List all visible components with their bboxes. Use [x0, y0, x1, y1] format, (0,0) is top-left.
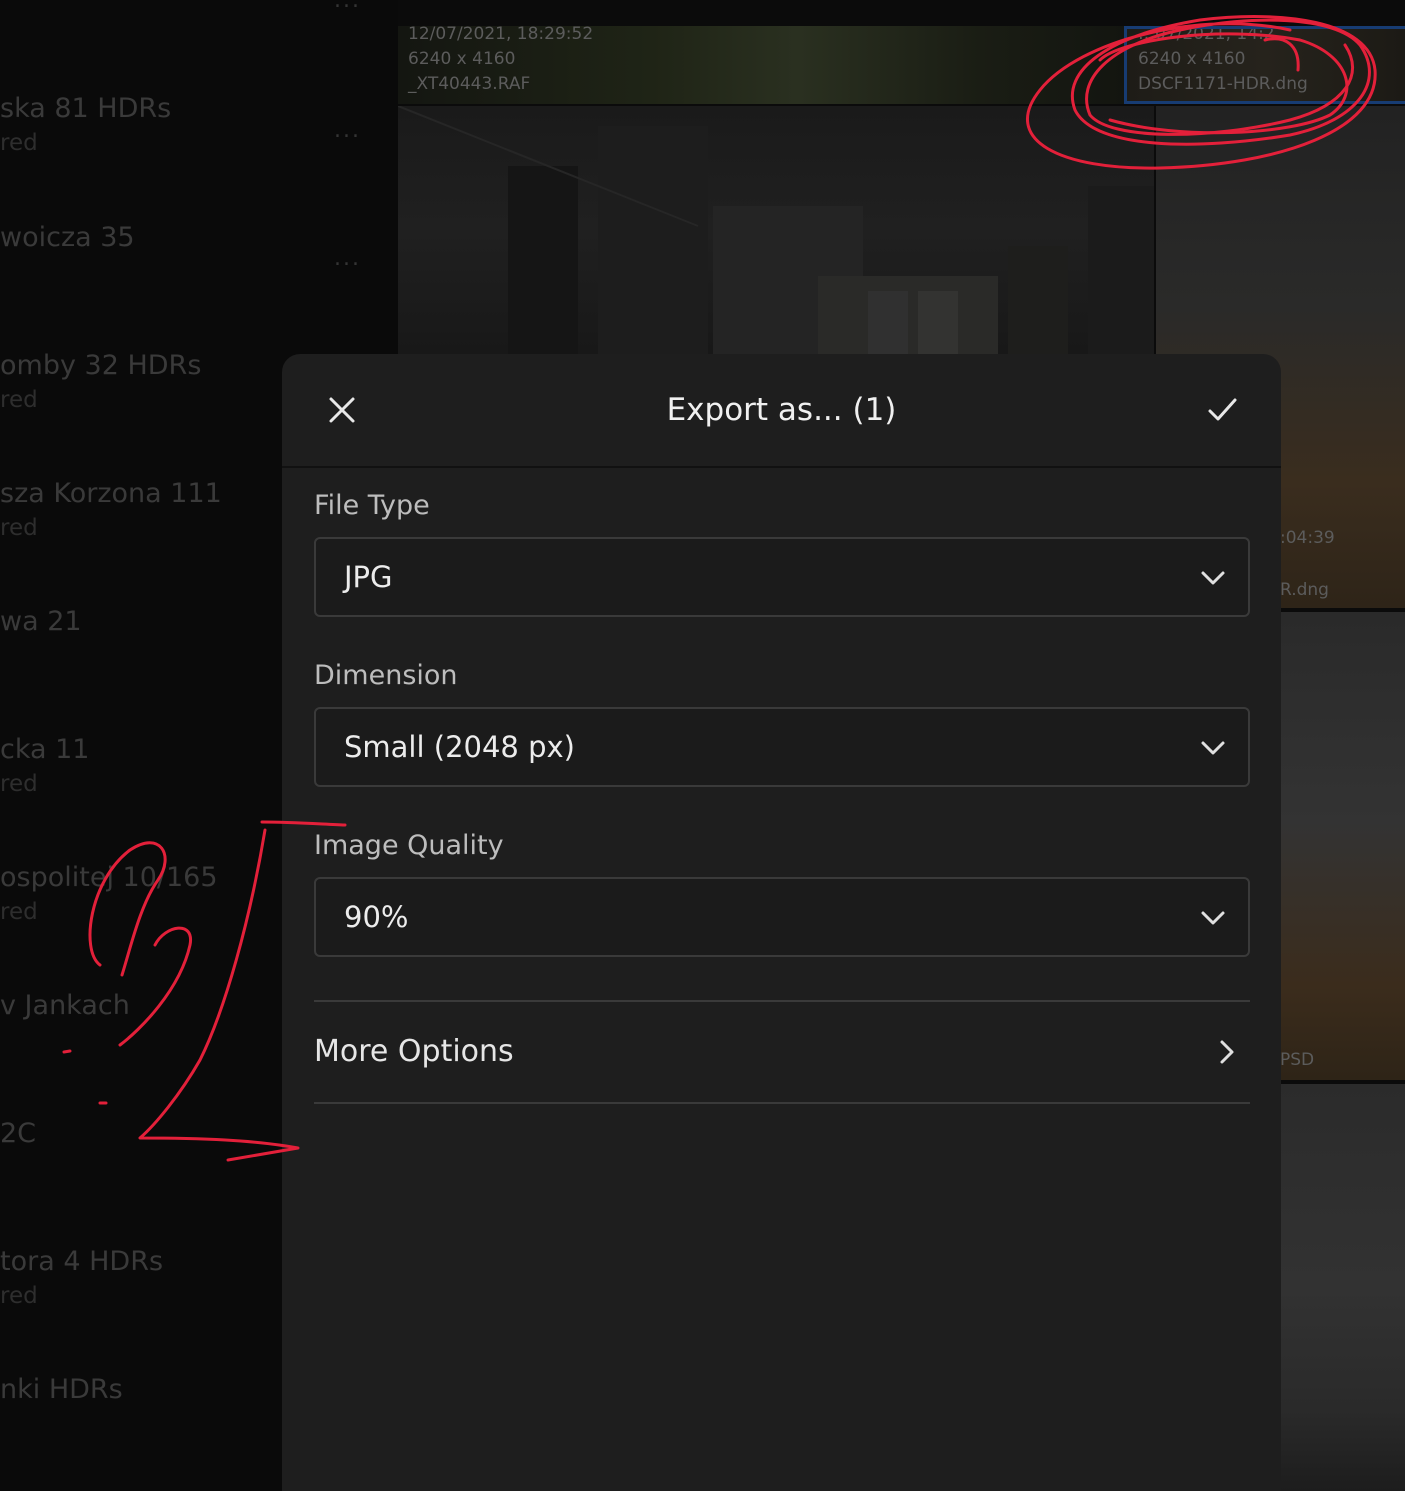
dialog-header: Export as... (1) — [282, 354, 1281, 468]
album-status: red — [0, 130, 38, 156]
dialog-title: Export as... (1) — [666, 392, 897, 428]
album-more-button[interactable]: ... — [334, 246, 361, 271]
photo-thumbnail[interactable] — [398, 106, 1154, 354]
image-quality-select[interactable]: 90% — [314, 877, 1250, 957]
album-item[interactable]: wa 21 — [0, 608, 82, 635]
chevron-down-icon — [1201, 571, 1225, 585]
album-item[interactable]: tora 4 HDRs red — [0, 1248, 163, 1308]
dimension-label: Dimension — [314, 660, 458, 691]
album-status: red — [0, 771, 38, 797]
album-item[interactable]: omby 32 HDRs red — [0, 352, 201, 412]
album-item[interactable]: ospolitej 10/165 red — [0, 864, 218, 924]
more-options-label: More Options — [314, 1034, 514, 1069]
album-name: ska 81 HDRs — [0, 93, 172, 124]
album-name: cka 11 — [0, 734, 90, 765]
confirm-export-button[interactable] — [1202, 390, 1242, 430]
album-item[interactable]: 2C — [0, 1120, 36, 1147]
image-quality-label: Image Quality — [314, 830, 504, 861]
dimension-select[interactable]: Small (2048 px) — [314, 707, 1250, 787]
screen: ... ska 81 HDRs red ... woicza 35 ... om… — [0, 0, 1405, 1491]
selection-outline — [1124, 26, 1405, 104]
album-item[interactable]: v Jankach — [0, 992, 130, 1019]
album-name: ospolitej 10/165 — [0, 862, 218, 893]
chevron-right-icon — [1220, 1040, 1234, 1064]
more-options-row[interactable]: More Options — [314, 1002, 1250, 1102]
album-more-button[interactable]: ... — [334, 118, 361, 143]
divider — [314, 1102, 1250, 1104]
album-item[interactable]: nki HDRs — [0, 1376, 123, 1403]
photo-thumbnail[interactable]: 12/07/2021, 18:29:52 6240 x 4160 _XT4044… — [398, 26, 1124, 104]
album-status: red — [0, 899, 38, 925]
file-type-label: File Type — [314, 490, 430, 521]
export-dialog: Export as... (1) File Type JPG Dimension… — [282, 354, 1281, 1491]
album-status: red — [0, 1283, 38, 1309]
photo-date: 12/07/2021, 18:29:52 — [408, 26, 594, 44]
photo-time: :04:39 — [1280, 528, 1335, 548]
file-type-value: JPG — [344, 560, 393, 594]
album-name: omby 32 HDRs — [0, 350, 202, 381]
album-name: sza Korzona 111 — [0, 478, 222, 509]
album-name: v Jankach — [0, 990, 130, 1021]
dimension-value: Small (2048 px) — [344, 730, 575, 764]
photo-filename: R.dng — [1280, 580, 1329, 600]
chevron-down-icon — [1201, 911, 1225, 925]
album-item[interactable]: ska 81 HDRs red — [0, 95, 171, 155]
photo-dimensions: 6240 x 4160 — [408, 49, 516, 69]
album-name: tora 4 HDRs — [0, 1246, 164, 1277]
photo-file-type: PSD — [1280, 1050, 1315, 1070]
album-item[interactable]: sza Korzona 111 red — [0, 480, 222, 540]
album-more-button[interactable]: ... — [334, 0, 361, 13]
album-name: woicza 35 — [0, 222, 135, 253]
interior-photo-image — [398, 106, 1154, 354]
album-status: red — [0, 515, 38, 541]
file-type-select[interactable]: JPG — [314, 537, 1250, 617]
album-item[interactable]: cka 11 red — [0, 736, 90, 796]
checkmark-icon — [1208, 398, 1237, 421]
album-name: nki HDRs — [0, 1374, 123, 1405]
album-name: wa 21 — [0, 606, 82, 637]
image-quality-value: 90% — [344, 900, 409, 934]
photo-filename: _XT40443.RAF — [408, 74, 531, 94]
album-item[interactable]: woicza 35 — [0, 224, 135, 251]
chevron-down-icon — [1201, 741, 1225, 755]
album-name: 2C — [0, 1118, 37, 1149]
album-status: red — [0, 387, 38, 413]
